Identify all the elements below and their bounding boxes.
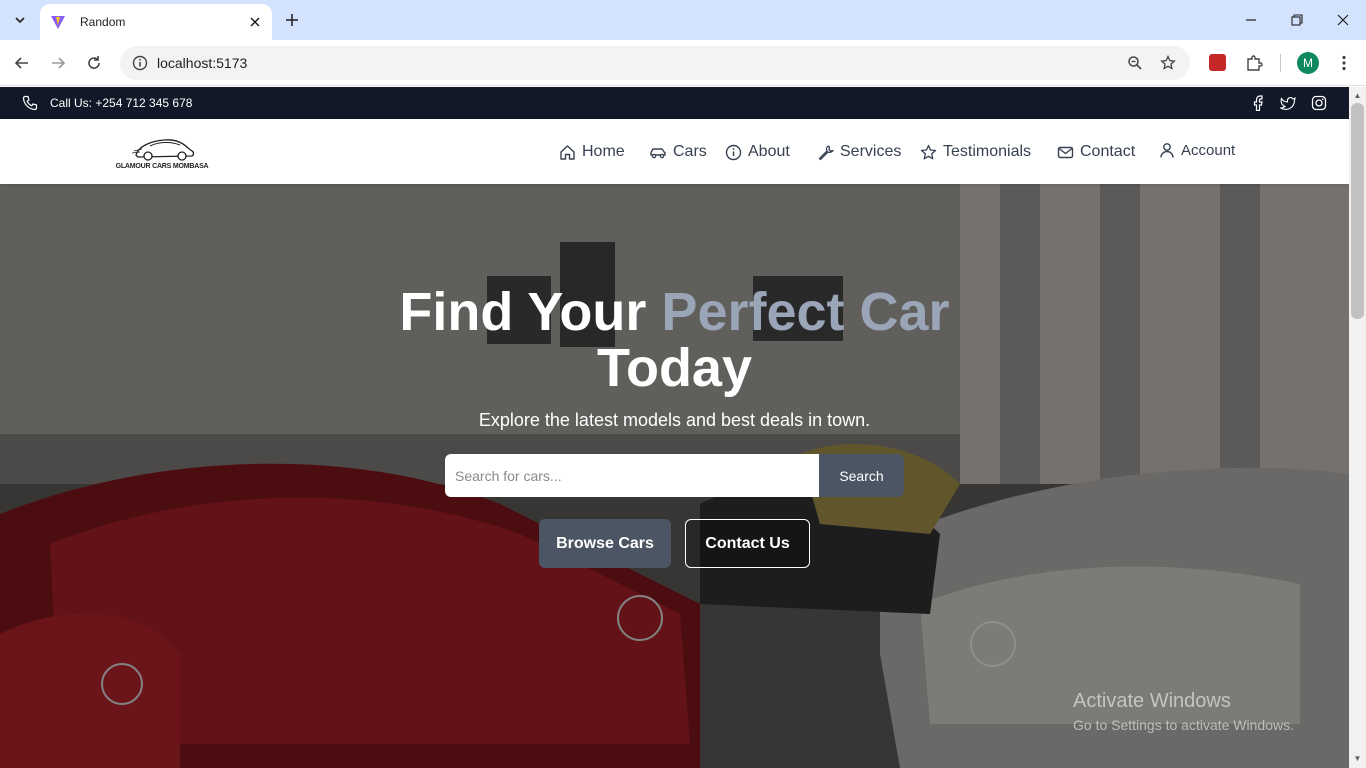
minimize-icon[interactable] [1228, 0, 1274, 40]
zoom-icon[interactable] [1123, 51, 1147, 75]
call-us-text: Call Us: +254 712 345 678 [50, 96, 193, 110]
scrollbar-thumb[interactable] [1351, 103, 1364, 319]
nav-account[interactable]: Account [1159, 138, 1235, 162]
wrench-icon [818, 144, 834, 160]
activate-windows-watermark: Activate Windows Go to Settings to activ… [1073, 690, 1294, 733]
activate-windows-title: Activate Windows [1073, 690, 1231, 712]
close-window-icon[interactable] [1320, 0, 1366, 40]
nav-testimonials-label: Testimonials [943, 143, 1032, 160]
browser-toolbar: localhost:5173 M [0, 40, 1366, 86]
nav-account-label: Account [1181, 141, 1236, 159]
activate-windows-subtitle: Go to Settings to activate Windows. [1073, 717, 1294, 733]
extensions-puzzle-icon[interactable] [1240, 49, 1268, 77]
brand-logo[interactable]: GLAMOUR CARS MOMBASA [112, 129, 212, 175]
scroll-down-arrow-icon[interactable]: ▼ [1353, 754, 1362, 763]
nav-home[interactable]: Home [559, 140, 625, 164]
nav-home-label: Home [582, 143, 625, 160]
browser-tab-strip: Random [0, 0, 1366, 40]
nav-about[interactable]: About [725, 140, 790, 164]
site-info-icon[interactable] [128, 51, 152, 75]
nav-about-label: About [748, 143, 790, 160]
nav-testimonials[interactable]: Testimonials [920, 140, 1031, 164]
scroll-up-arrow-icon[interactable]: ▲ [1353, 91, 1362, 100]
hero-title-part1: Find Your [399, 282, 647, 342]
hero-subtitle: Explore the latest models and best deals… [478, 410, 871, 430]
car-search-input[interactable] [445, 454, 819, 497]
menu-kebab-icon[interactable] [1330, 49, 1358, 77]
twitter-icon[interactable] [1280, 95, 1296, 111]
page-viewport: Call Us: +254 712 345 678 GLAMOUR CARS M… [0, 87, 1349, 768]
nav-cars-label: Cars [673, 143, 707, 160]
hero-title-part2: Today [596, 338, 752, 398]
url-text[interactable]: localhost:5173 [157, 55, 247, 71]
tab-close-icon[interactable] [246, 13, 264, 31]
nav-cars[interactable]: Cars [649, 140, 707, 164]
tab-search-chevron-icon[interactable] [6, 6, 34, 34]
nav-contact-label: Contact [1080, 143, 1136, 160]
nav-contact[interactable]: Contact [1057, 140, 1135, 164]
main-navbar: GLAMOUR CARS MOMBASA Home Cars About Ser… [0, 119, 1349, 184]
facebook-icon[interactable] [1250, 95, 1266, 111]
extension-icon[interactable] [1209, 54, 1226, 71]
contact-us-button[interactable]: Contact Us [685, 519, 810, 568]
vite-favicon-icon [50, 14, 66, 30]
star-icon [920, 144, 937, 159]
browser-tab-active[interactable]: Random [40, 4, 272, 40]
logo-text: GLAMOUR CARS MOMBASA [115, 163, 209, 170]
hero-title: Find Your Perfect Car Today [0, 284, 1349, 396]
bookmark-star-icon[interactable] [1156, 51, 1180, 75]
restore-icon[interactable] [1274, 0, 1320, 40]
tab-title: Random [80, 15, 126, 29]
new-tab-plus-icon[interactable] [280, 8, 304, 32]
info-icon [725, 144, 742, 160]
mail-icon [1057, 146, 1074, 158]
address-bar[interactable]: localhost:5173 [120, 46, 1190, 80]
toolbar-divider [1280, 54, 1281, 72]
home-icon [560, 144, 575, 160]
profile-avatar[interactable]: M [1297, 52, 1319, 74]
user-icon [1160, 142, 1174, 158]
phone-icon [22, 95, 38, 111]
contact-topbar: Call Us: +254 712 345 678 [0, 87, 1349, 119]
nav-services[interactable]: Services [817, 140, 901, 164]
hero-title-accent: Perfect Car [661, 282, 950, 342]
back-arrow-icon[interactable] [8, 49, 36, 77]
car-logo-icon [131, 139, 195, 161]
hero-section: Find Your Perfect Car Today Explore the … [0, 184, 1349, 768]
search-button[interactable]: Search [819, 454, 904, 497]
forward-arrow-icon[interactable] [44, 49, 72, 77]
instagram-icon[interactable] [1311, 95, 1327, 111]
page-scrollbar[interactable]: ▲ ▼ [1349, 87, 1366, 768]
reload-icon[interactable] [80, 49, 108, 77]
browse-cars-button[interactable]: Browse Cars [539, 519, 671, 568]
nav-services-label: Services [840, 143, 902, 160]
car-search-form: Search [445, 454, 904, 497]
car-icon [650, 147, 666, 158]
